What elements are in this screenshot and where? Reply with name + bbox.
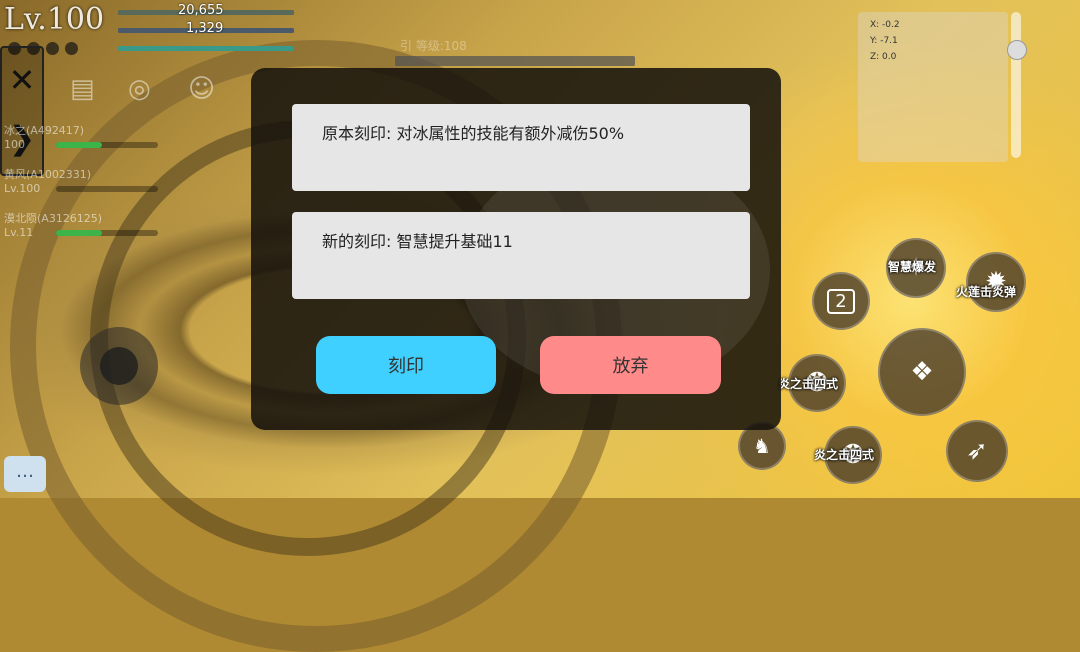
coord-z: Z: 0.0 (870, 52, 897, 62)
potion-slot[interactable]: 2 (812, 272, 870, 330)
coord-y: Y: -7.1 (870, 36, 898, 46)
fire-lotus-skill[interactable]: ✹ (966, 252, 1026, 312)
exp-bar (118, 46, 294, 51)
wisdom-burst-label: 智慧爆发 (888, 260, 937, 274)
new-engraving-box: 新的刻印: 智慧提升基础11 (292, 212, 750, 299)
boss-name: 引 等级:108 (400, 39, 467, 53)
party-member-level: 100 (4, 138, 25, 151)
main-attack-button[interactable]: ❖ (878, 328, 966, 416)
fire-lotus-label: 火莲击炎弹 (956, 285, 1017, 299)
minimap[interactable] (858, 12, 1008, 162)
quest-scroll-icon[interactable]: ▤ (70, 74, 95, 104)
side-panel: ✕ ❯ (0, 46, 44, 176)
dash-skill[interactable]: ➶ (946, 420, 1008, 482)
new-engraving-text: 新的刻印: 智慧提升基础11 (322, 232, 513, 251)
abandon-button[interactable]: 放弃 (540, 336, 721, 394)
party-member-name: 黄风(A1002331) (4, 168, 92, 181)
zoom-slider-knob[interactable] (1007, 40, 1027, 60)
party-member-hp (56, 142, 158, 148)
party-member-level: Lv.100 (4, 182, 41, 195)
party-member-hp (56, 186, 158, 192)
joystick-knob[interactable] (100, 347, 138, 385)
boss-hp-bar (395, 56, 635, 66)
target-icon[interactable]: ◎ (128, 74, 151, 104)
hp-value: 20,655 (178, 3, 224, 18)
mp-value: 1,329 (186, 21, 224, 36)
party-member-name: 漠北陨(A3126125) (4, 212, 103, 225)
engrave-button[interactable]: 刻印 (316, 336, 496, 394)
flame-strike-label: 炎之击四式 (778, 377, 839, 391)
movement-joystick[interactable] (80, 327, 158, 405)
party-member-name: 冰之(A492417) (4, 124, 85, 137)
social-icon[interactable]: ☺ (188, 74, 215, 104)
chat-bubble-icon[interactable]: … (4, 456, 46, 492)
flame-strike-label-secondary: 炎之击四式 (814, 448, 875, 462)
original-engraving-text: 原本刻印: 对冰属性的技能有额外减伤50% (322, 124, 625, 143)
zoom-slider[interactable] (1007, 12, 1027, 158)
party-member-hp (56, 230, 158, 236)
original-engraving-box: 原本刻印: 对冰属性的技能有额外减伤50% (292, 104, 750, 191)
potion-count: 2 (827, 288, 855, 314)
coord-x: X: -0.2 (870, 20, 900, 30)
close-icon[interactable]: ✕ (6, 64, 38, 96)
party-member-level: Lv.11 (4, 226, 34, 239)
player-level: Lv.100 (4, 2, 105, 37)
